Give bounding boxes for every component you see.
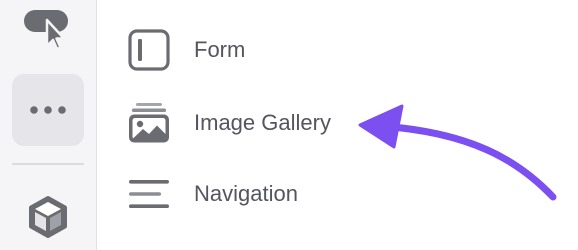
cube-icon — [29, 196, 67, 238]
annotation-arrow-icon — [358, 104, 557, 201]
cursor-icon — [24, 10, 68, 50]
image-gallery-icon — [127, 101, 171, 145]
menu-item-form[interactable]: Form — [127, 27, 245, 73]
sidebar-divider — [12, 163, 84, 165]
menu-item-label: Navigation — [194, 181, 298, 206]
menu-item-navigation[interactable]: Navigation — [127, 171, 298, 217]
menu-item-label: Image Gallery — [194, 110, 331, 135]
more-button[interactable] — [12, 74, 84, 146]
menu-item-label: Form — [194, 37, 246, 62]
cursor-tool-button[interactable] — [22, 6, 74, 50]
form-icon — [127, 28, 171, 72]
components-button[interactable] — [22, 192, 74, 242]
navigation-icon — [127, 172, 171, 216]
menu-item-image-gallery[interactable]: Image Gallery — [127, 100, 331, 146]
sidebar — [0, 0, 97, 250]
more-icon — [30, 106, 66, 114]
